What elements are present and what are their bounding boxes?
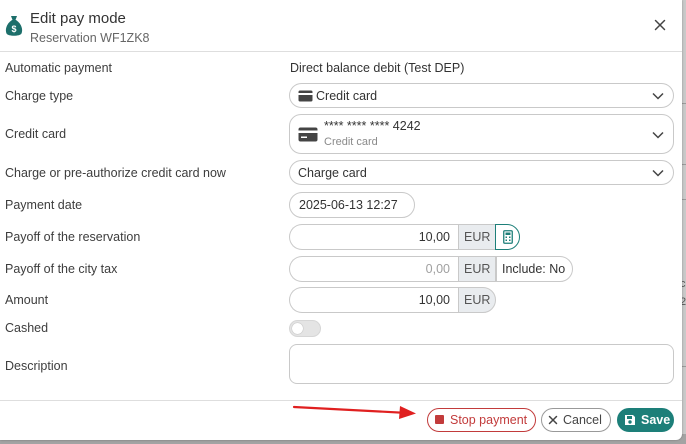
floppy-disk-icon [625, 415, 635, 425]
description-textarea[interactable] [289, 344, 674, 384]
include-city-tax-toggle[interactable]: Include: No [496, 256, 573, 282]
automatic-payment-label: Automatic payment [5, 61, 112, 75]
chevron-down-icon [652, 131, 664, 139]
modal-subtitle: Reservation WF1ZK8 [30, 31, 150, 45]
charge-type-label: Charge type [5, 89, 74, 103]
credit-card-select[interactable]: **** **** **** 4242 Credit card [289, 114, 674, 154]
currency-addon: EUR [458, 224, 497, 250]
x-icon [548, 415, 558, 425]
chevron-down-icon [652, 169, 664, 177]
payoff-reservation-label: Payoff of the reservation [5, 230, 141, 244]
cashed-label: Cashed [5, 321, 49, 335]
calculator-icon [503, 230, 513, 244]
stop-square-icon [435, 415, 444, 424]
payment-date-label: Payment date [5, 198, 83, 212]
payment-date-input[interactable]: 2025-06-13 12:27 [289, 192, 415, 218]
amount-label: Amount [5, 293, 49, 307]
credit-card-icon [298, 90, 313, 102]
credit-card-number: **** **** **** 4242 [324, 119, 421, 133]
description-label: Description [5, 359, 68, 373]
amount-input[interactable]: 10,00 [289, 287, 458, 313]
credit-card-label: Credit card [5, 127, 67, 141]
charge-or-preauthorize-select[interactable]: Charge card [289, 160, 674, 185]
money-bag-icon: $ [5, 16, 23, 36]
charge-or-preauthorize-value: Charge card [298, 166, 367, 180]
cancel-button[interactable]: Cancel [541, 408, 611, 432]
calculator-button[interactable] [495, 224, 520, 250]
charge-type-select[interactable]: Credit card [289, 83, 674, 108]
credit-card-icon [298, 127, 318, 142]
save-label: Save [641, 413, 671, 427]
close-icon[interactable] [652, 17, 668, 33]
currency-addon: EUR [458, 256, 497, 282]
cashed-toggle[interactable] [289, 320, 321, 337]
credit-card-subtitle: Credit card [324, 136, 378, 148]
payoff-reservation-input[interactable]: 10,00 [289, 224, 458, 250]
modal-title: Edit pay mode [30, 10, 126, 27]
cancel-label: Cancel [563, 413, 602, 427]
toggle-knob [292, 323, 303, 334]
svg-text:$: $ [11, 24, 16, 34]
payoff-city-tax-input[interactable]: 0,00 [289, 256, 458, 282]
currency-addon: EUR [458, 287, 497, 313]
annotation-arrow-icon [292, 405, 416, 419]
save-button[interactable]: Save [617, 408, 674, 432]
footer-divider [0, 400, 682, 401]
stop-payment-label: Stop payment [450, 413, 528, 427]
edit-pay-mode-modal: $ Edit pay mode Reservation WF1ZK8 Autom… [0, 0, 682, 440]
charge-type-value: Credit card [316, 89, 378, 103]
charge-or-preauthorize-label: Charge or pre-authorize credit card now [5, 166, 226, 180]
automatic-payment-value: Direct balance debit (Test DEP) [290, 61, 465, 75]
modal-header: $ Edit pay mode Reservation WF1ZK8 [0, 0, 682, 52]
payoff-city-tax-label: Payoff of the city tax [5, 262, 118, 276]
chevron-down-icon [652, 92, 664, 100]
stop-payment-button[interactable]: Stop payment [427, 408, 536, 432]
